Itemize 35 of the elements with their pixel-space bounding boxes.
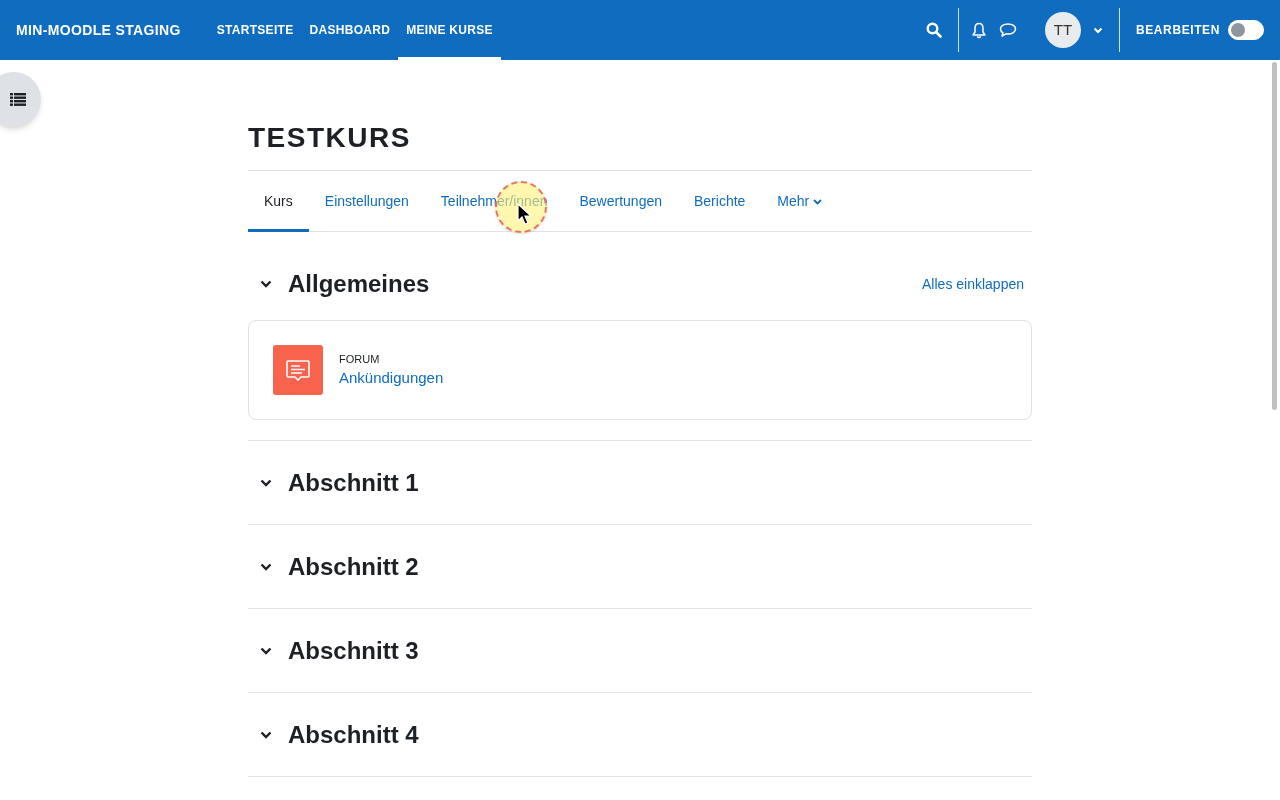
drawer-toggle-button[interactable]: [0, 72, 41, 127]
user-avatar[interactable]: TT: [1045, 12, 1081, 48]
nav-link[interactable]: MEINE KURSE: [398, 0, 501, 60]
chevron-icon[interactable]: [260, 731, 272, 739]
course-title: TESTKURS: [248, 121, 411, 154]
site-name[interactable]: MIN-MOODLE STAGING: [16, 19, 181, 41]
scrollbar[interactable]: [1272, 62, 1277, 410]
edit-mode-label: BEARBEITEN: [1136, 22, 1220, 39]
bell-icon[interactable]: [971, 21, 987, 39]
collapse-all-link[interactable]: Alles einklappen: [922, 273, 1024, 295]
chevron-icon[interactable]: [260, 479, 272, 487]
list-icon: [10, 93, 26, 106]
activity-link[interactable]: Ankündigungen: [339, 367, 444, 390]
edit-mode-toggle[interactable]: [1228, 20, 1264, 40]
activity-type: FORUM: [339, 351, 381, 367]
section-title[interactable]: Abschnitt 1: [288, 465, 1032, 501]
nav-link[interactable]: DASHBOARD: [301, 0, 399, 60]
section-title[interactable]: Abschnitt 4: [288, 717, 1032, 753]
course-tab[interactable]: Einstellungen: [308, 171, 425, 232]
chevron-icon[interactable]: [260, 647, 272, 655]
chevron-icon[interactable]: [260, 280, 272, 288]
course-tab[interactable]: Bewertungen: [563, 171, 678, 232]
search-icon[interactable]: [926, 22, 942, 38]
section-title[interactable]: Allgemeines: [288, 266, 923, 302]
nav-link[interactable]: STARTSEITE: [208, 0, 302, 60]
chevron-icon[interactable]: [260, 563, 272, 571]
caret-icon[interactable]: [1093, 26, 1103, 34]
chat-icon[interactable]: [999, 22, 1017, 38]
course-tab[interactable]: Mehr: [761, 171, 839, 232]
caret-icon: [813, 198, 823, 205]
course-tab[interactable]: Berichte: [678, 171, 762, 232]
section-title[interactable]: Abschnitt 3: [288, 633, 1032, 669]
course-tab[interactable]: Kurs: [248, 171, 309, 232]
forum-icon: [273, 345, 323, 395]
section-title[interactable]: Abschnitt 2: [288, 549, 1032, 585]
